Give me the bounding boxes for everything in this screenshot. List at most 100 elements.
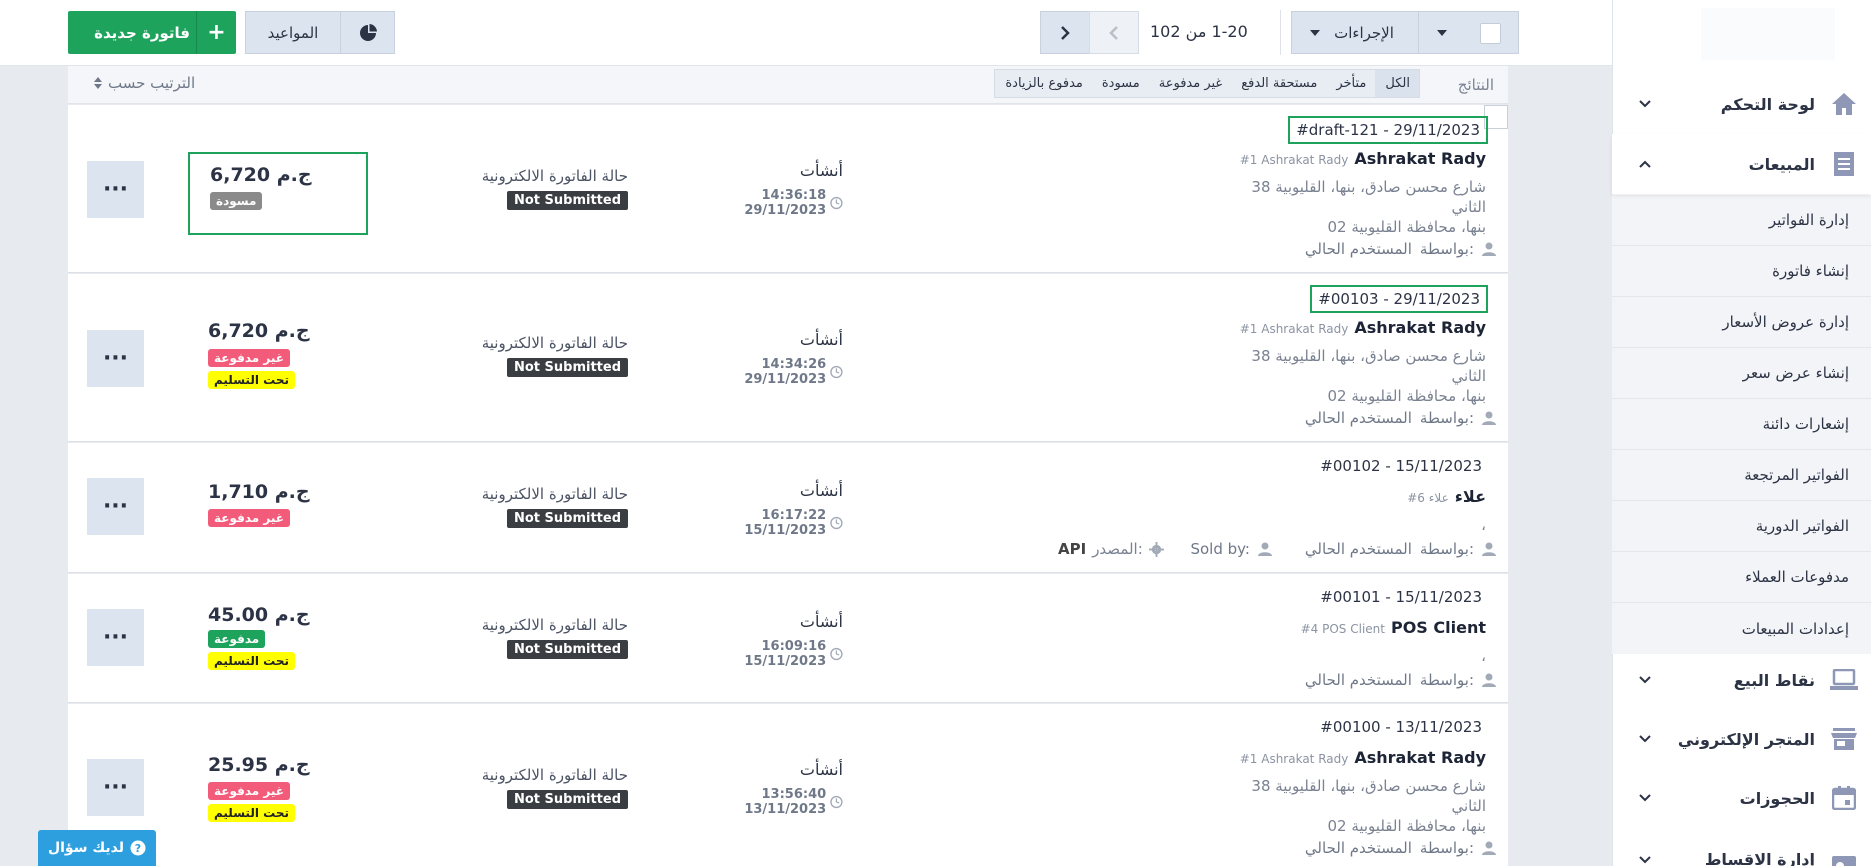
einvoice-status: حالة الفاتورة الالكترونية Not Submitted — [463, 766, 628, 809]
ellipsis-icon: ··· — [102, 625, 129, 650]
status-badge: غير مدفوعة — [208, 349, 290, 367]
address-line: 38 شارع محسن صادق، بنها، القليوبية — [1251, 178, 1486, 196]
invoice-row[interactable]: #00101 - 15/11/2023 POS Client #4 POS Cl… — [68, 574, 1508, 703]
next-page-button[interactable] — [1089, 11, 1139, 54]
filter-all[interactable]: الكل — [1375, 70, 1419, 97]
more-actions-button[interactable]: ··· — [87, 609, 144, 666]
by-label: بواسطة: — [1419, 240, 1474, 258]
filter-overdue[interactable]: متأخر — [1326, 70, 1375, 97]
sort-by-dropdown[interactable]: الترتيب حسب — [94, 74, 195, 92]
store-icon — [1829, 724, 1859, 754]
created-date-text: 16:17:22 15/11/2023 — [744, 508, 827, 538]
sidebar-item-manage-quotes[interactable]: إدارة عروض الأسعار — [1612, 297, 1871, 348]
invoice-number[interactable]: #draft-121 - 29/11/2023 — [1288, 116, 1488, 144]
filter-overpaid[interactable]: مدفوع بالزيادة — [995, 70, 1092, 97]
chart-button[interactable] — [340, 11, 395, 54]
chevron-down-icon — [1639, 794, 1651, 802]
actions-dropdown[interactable]: الإجراءات — [1291, 11, 1419, 54]
help-button[interactable]: لديك سؤال ? — [38, 830, 156, 866]
status-badge: مسودة — [210, 192, 263, 210]
new-invoice-button[interactable]: فاتورة جديدة + — [68, 11, 236, 54]
chevron-down-icon — [1639, 856, 1651, 864]
document-icon — [1829, 149, 1859, 179]
by-label: بواسطة: — [1419, 839, 1474, 857]
sidebar: لوحة التحكم المبيعات إدارة الفواتير إنشا… — [1612, 0, 1871, 866]
chevron-up-icon — [1639, 160, 1651, 168]
created-date: 13:56:40 13/11/2023 — [688, 787, 843, 817]
einvoice-label: حالة الفاتورة الالكترونية — [481, 616, 628, 634]
einvoice-badge: Not Submitted — [506, 191, 628, 210]
logo — [1701, 8, 1835, 60]
filter-unpaid[interactable]: غير مدفوعة — [1149, 70, 1231, 97]
status-filters: الكل متأخر مستحقة الدفع غير مدفوعة مسودة… — [994, 69, 1420, 98]
source-value: API — [1058, 540, 1087, 558]
created-block: أنشأت 16:17:22 15/11/2023 — [688, 481, 843, 538]
invoice-row[interactable]: #00102 - 15/11/2023 علاء #6 علاء ، بواسط… — [68, 443, 1508, 573]
select-all-checkbox[interactable] — [1480, 23, 1501, 44]
sidebar-item-sales-settings[interactable]: إعدادات المبيعات — [1612, 603, 1871, 654]
address-line: بنها، محافظة القليوبية 02 — [1327, 218, 1486, 236]
invoice-amount: 25.95 ج.م — [208, 754, 310, 776]
home-icon — [1829, 89, 1859, 119]
invoice-number[interactable]: #00101 - 15/11/2023 — [1314, 585, 1488, 609]
previous-page-button[interactable] — [1040, 11, 1090, 54]
more-actions-button[interactable]: ··· — [87, 478, 144, 535]
clock-icon — [830, 365, 843, 379]
sidebar-item-manage-invoices[interactable]: إدارة الفواتير — [1612, 195, 1871, 246]
created-label: أنشأت — [799, 612, 843, 631]
ellipsis-icon: ··· — [102, 494, 129, 519]
sidebar-item-credit-notes[interactable]: إشعارات دائنة — [1612, 399, 1871, 450]
sidebar-item-dashboard[interactable]: لوحة التحكم — [1612, 74, 1871, 134]
sidebar-item-payments[interactable]: مدفوعات العملاء — [1612, 552, 1871, 603]
filter-draft[interactable]: مسودة — [1092, 70, 1149, 97]
chevron-right-icon — [1061, 25, 1070, 40]
more-actions-button[interactable]: ··· — [87, 161, 144, 218]
address-line: الثاني — [1451, 367, 1486, 385]
invoice-number[interactable]: #00103 - 29/11/2023 — [1310, 285, 1488, 313]
sidebar-item-pos[interactable]: نقاط البيع — [1612, 650, 1871, 710]
user-icon — [1482, 673, 1496, 687]
address-line: الثاني — [1451, 797, 1486, 815]
sidebar-item-sales[interactable]: المبيعات — [1612, 134, 1871, 194]
sidebar-item-create-quote[interactable]: إنشاء عرض سعر — [1612, 348, 1871, 399]
status-badge: غير مدفوعة — [208, 782, 290, 800]
invoice-number[interactable]: #00102 - 15/11/2023 — [1314, 454, 1488, 478]
client-address: 38 شارع محسن صادق، بنها، القليوبية الثان… — [1226, 776, 1486, 836]
created-by: بواسطة: المستخدم الحالي — [1305, 409, 1496, 427]
top-toolbar: فاتورة جديدة + المواعيد 1-20 من 102 الإج… — [0, 0, 1612, 66]
invoice-amount: 1,710 ج.م — [208, 481, 310, 503]
amount-block: 25.95 ج.م غير مدفوعة تحت التسليم — [188, 754, 368, 834]
sidebar-item-estore[interactable]: المتجر الإلكتروني — [1612, 709, 1871, 769]
client-name[interactable]: Ashrakat Rady — [1354, 318, 1486, 337]
client-info: Ashrakat Rady #1 Ashrakat Rady — [1240, 149, 1486, 168]
sidebar-item-installments[interactable]: إدارة الاقساط — [1612, 828, 1871, 866]
status-badge: غير مدفوعة — [208, 509, 290, 527]
created-date: 14:36:18 29/11/2023 — [688, 188, 843, 218]
client-name[interactable]: Ashrakat Rady — [1354, 748, 1486, 767]
amount-block: 45.00 ج.م مدفوعة تحت التسليم — [188, 604, 368, 684]
client-name[interactable]: Ashrakat Rady — [1354, 149, 1486, 168]
invoice-number[interactable]: #00100 - 13/11/2023 — [1314, 715, 1488, 739]
sidebar-item-returns[interactable]: الفواتير المرتجعة — [1612, 450, 1871, 501]
status-badge: مدفوعة — [208, 630, 266, 648]
einvoice-badge: Not Submitted — [506, 790, 628, 809]
filter-due[interactable]: مستحقة الدفع — [1231, 70, 1326, 97]
client-address: 38 شارع محسن صادق، بنها، القليوبية الثان… — [1226, 177, 1486, 237]
client-info: POS Client #4 POS Client — [1301, 618, 1486, 637]
invoice-row[interactable]: #00103 - 29/11/2023 Ashrakat Rady #1 Ash… — [68, 274, 1508, 442]
client-name[interactable]: علاء — [1455, 487, 1486, 506]
invoice-row[interactable]: #00100 - 13/11/2023 Ashrakat Rady #1 Ash… — [68, 704, 1508, 866]
client-name[interactable]: POS Client — [1391, 618, 1486, 637]
select-all-dropdown[interactable] — [1418, 11, 1519, 54]
client-address: 38 شارع محسن صادق، بنها، القليوبية الثان… — [1226, 346, 1486, 406]
sidebar-item-bookings[interactable]: الحجوزات — [1612, 768, 1871, 828]
invoice-row[interactable]: #draft-121 - 29/11/2023 Ashrakat Rady #1… — [68, 105, 1508, 273]
more-actions-button[interactable]: ··· — [87, 330, 144, 387]
by-value: المستخدم الحالي — [1304, 409, 1412, 427]
more-actions-button[interactable]: ··· — [87, 759, 144, 816]
appointments-button[interactable]: المواعيد — [245, 11, 341, 54]
einvoice-label: حالة الفاتورة الالكترونية — [481, 334, 628, 352]
sidebar-item-create-invoice[interactable]: إنشاء فاتورة — [1612, 246, 1871, 297]
sidebar-item-recurring[interactable]: الفواتير الدورية — [1612, 501, 1871, 552]
calendar-icon — [1829, 783, 1859, 813]
